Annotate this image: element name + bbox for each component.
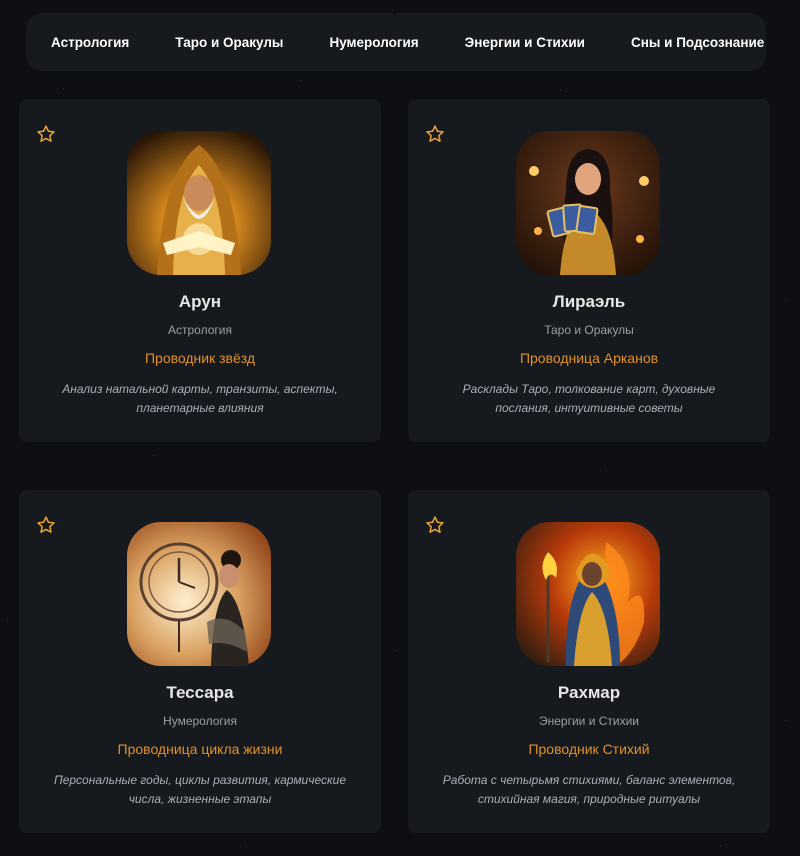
favorite-star-icon[interactable] (36, 515, 56, 535)
tab-astrology[interactable]: Астрология (51, 35, 129, 50)
expert-name: Рахмар (557, 683, 621, 702)
expert-description: Персональные годы, циклы развития, карми… (54, 773, 346, 806)
category-tabs: Астрология Таро и Оракулы Нумерология Эн… (26, 13, 766, 71)
tab-dreams[interactable]: Сны и Подсознание (631, 35, 764, 50)
expert-card-tessara[interactable]: Тессара Нумерология Проводница цикла жиз… (19, 490, 381, 833)
expert-role: Проводник звёзд (144, 350, 256, 366)
expert-name: Лираэль (552, 292, 626, 311)
expert-category: Астрология (168, 323, 232, 337)
avatar-wizard-icon (127, 131, 271, 275)
favorite-star-icon[interactable] (425, 515, 445, 535)
tab-numerology[interactable]: Нумерология (329, 35, 418, 50)
expert-category: Энергии и Стихии (538, 714, 640, 728)
expert-name: Арун (178, 292, 222, 311)
favorite-star-icon[interactable] (425, 124, 445, 144)
expert-description: Анализ натальной карты, транзиты, аспект… (62, 382, 338, 415)
expert-card-arun[interactable]: Арун Астрология Проводник звёзд Анализ н… (19, 99, 381, 442)
expert-role: Проводник Стихий (528, 741, 650, 757)
expert-description: Работа с четырьмя стихиями, баланс элеме… (442, 773, 736, 806)
expert-name: Тессара (166, 683, 234, 702)
expert-category: Нумерология (163, 714, 237, 728)
expert-role: Проводница Арканов (519, 350, 659, 366)
expert-description: Расклады Таро, толкование карт, духовные… (462, 382, 716, 415)
avatar-tarot-reader-icon (516, 131, 660, 275)
tab-tarot[interactable]: Таро и Оракулы (175, 35, 283, 50)
expert-card-lirael[interactable]: Лираэль Таро и Оракулы Проводница Аркано… (408, 99, 770, 442)
tab-energies[interactable]: Энергии и Стихии (465, 35, 585, 50)
expert-card-rakhmar[interactable]: Рахмар Энергии и Стихии Проводник Стихий… (408, 490, 770, 833)
expert-category: Таро и Оракулы (544, 323, 634, 337)
expert-role: Проводница цикла жизни (117, 741, 283, 757)
avatar-clock-woman-icon (127, 522, 271, 666)
favorite-star-icon[interactable] (36, 124, 56, 144)
avatar-fire-mage-icon (516, 522, 660, 666)
